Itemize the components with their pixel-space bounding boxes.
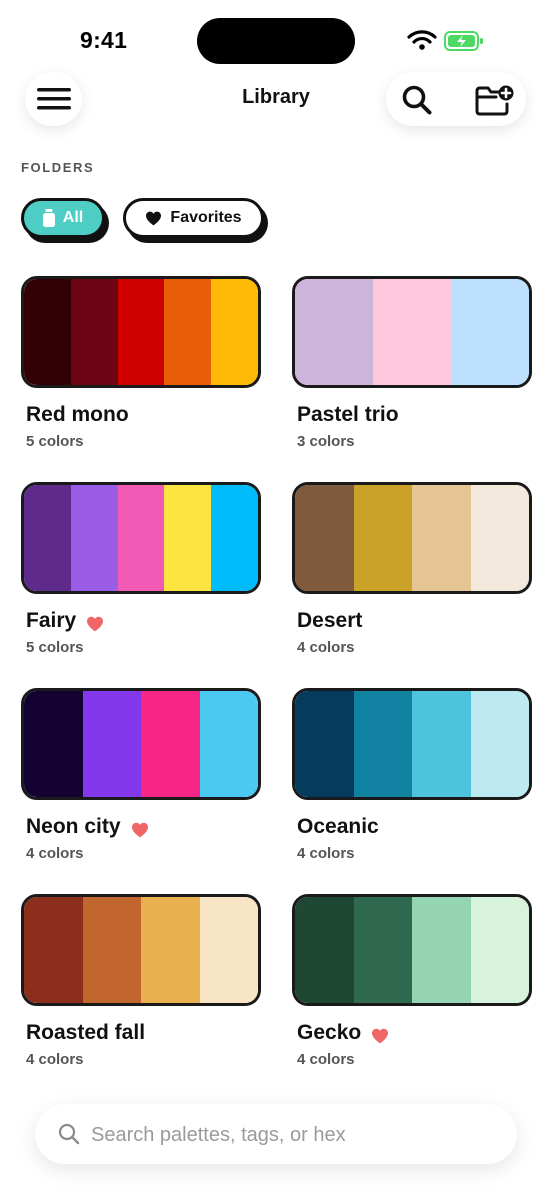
favorite-heart-icon[interactable] bbox=[86, 616, 104, 632]
color-swatch bbox=[470, 897, 529, 1003]
color-swatch bbox=[470, 691, 529, 797]
palette-card[interactable]: Neon city 4 colors bbox=[21, 688, 261, 868]
color-swatch bbox=[211, 279, 258, 385]
palette-color-count: 4 colors bbox=[26, 1051, 84, 1068]
palette-color-count: 4 colors bbox=[297, 845, 355, 862]
battery-icon bbox=[444, 31, 483, 51]
palette-card[interactable]: Pastel trio 3 colors bbox=[292, 276, 532, 456]
palette-name: Desert bbox=[297, 609, 363, 632]
palette-swatch[interactable] bbox=[21, 276, 261, 388]
palette-card[interactable]: Fairy 5 colors bbox=[21, 482, 261, 662]
palette-card[interactable]: Desert 4 colors bbox=[292, 482, 532, 662]
color-swatch bbox=[451, 279, 529, 385]
color-swatch bbox=[295, 691, 354, 797]
status-time: 9:41 bbox=[80, 27, 128, 53]
color-swatch bbox=[164, 279, 212, 385]
color-swatch bbox=[199, 897, 258, 1003]
color-swatch bbox=[24, 485, 71, 591]
color-swatch bbox=[353, 897, 412, 1003]
color-swatch bbox=[412, 897, 471, 1003]
palette-card[interactable]: Oceanic 4 colors bbox=[292, 688, 532, 868]
color-swatch bbox=[117, 485, 165, 591]
color-swatch bbox=[199, 691, 258, 797]
color-swatch bbox=[295, 897, 354, 1003]
favorite-heart-icon[interactable] bbox=[371, 1028, 389, 1044]
color-swatch bbox=[295, 279, 373, 385]
palette-color-count: 4 colors bbox=[26, 845, 84, 862]
palette-swatch[interactable] bbox=[21, 482, 261, 594]
palette-name: Pastel trio bbox=[297, 403, 399, 426]
color-swatch bbox=[164, 485, 212, 591]
palette-color-count: 5 colors bbox=[26, 433, 84, 450]
color-swatch bbox=[24, 691, 83, 797]
palette-swatch[interactable] bbox=[21, 688, 261, 800]
color-swatch bbox=[24, 897, 83, 1003]
palette-name: Roasted fall bbox=[26, 1021, 146, 1044]
folders-label: FOLDERS bbox=[21, 160, 95, 175]
filter-chip-favorites[interactable]: Favorites bbox=[123, 198, 264, 238]
dynamic-island bbox=[197, 18, 355, 64]
filter-chip-all[interactable]: All bbox=[21, 198, 105, 238]
color-swatch bbox=[82, 897, 141, 1003]
palette-color-count: 4 colors bbox=[297, 1051, 355, 1068]
palette-swatch[interactable] bbox=[21, 894, 261, 1006]
palette-card[interactable]: Roasted fall 4 colors bbox=[21, 894, 261, 1074]
search-input[interactable] bbox=[89, 1116, 493, 1154]
palette-name: Neon city bbox=[26, 815, 121, 838]
palette-color-count: 3 colors bbox=[297, 433, 355, 450]
palette-color-count: 4 colors bbox=[297, 639, 355, 656]
palette-name: Fairy bbox=[26, 609, 77, 632]
palette-swatch[interactable] bbox=[292, 688, 532, 800]
search-icon bbox=[58, 1123, 80, 1145]
wifi-icon bbox=[407, 30, 437, 50]
status-bar: 9:41 bbox=[0, 0, 552, 80]
bottom-search-bar[interactable] bbox=[35, 1104, 517, 1164]
color-swatch bbox=[24, 279, 71, 385]
palette-name: Gecko bbox=[297, 1021, 362, 1044]
hamburger-icon bbox=[36, 88, 71, 110]
filter-chip-label: All bbox=[62, 209, 84, 226]
color-swatch bbox=[353, 485, 412, 591]
jar-icon bbox=[42, 209, 55, 227]
color-swatch bbox=[412, 691, 471, 797]
color-swatch bbox=[141, 897, 200, 1003]
color-swatch bbox=[70, 279, 118, 385]
heart-icon bbox=[146, 211, 162, 225]
color-swatch bbox=[412, 485, 471, 591]
menu-button[interactable] bbox=[25, 72, 82, 126]
color-swatch bbox=[211, 485, 258, 591]
search-icon[interactable] bbox=[402, 85, 432, 115]
color-swatch bbox=[82, 691, 141, 797]
color-swatch bbox=[117, 279, 165, 385]
page-title: Library bbox=[242, 86, 310, 108]
color-swatch bbox=[295, 485, 354, 591]
palette-color-count: 5 colors bbox=[26, 639, 84, 656]
palette-name: Red mono bbox=[26, 403, 129, 426]
color-swatch bbox=[70, 485, 118, 591]
palette-card[interactable]: Gecko 4 colors bbox=[292, 894, 532, 1074]
color-swatch bbox=[353, 691, 412, 797]
header-actions bbox=[386, 72, 526, 126]
color-swatch bbox=[470, 485, 529, 591]
color-swatch bbox=[141, 691, 200, 797]
palette-name: Oceanic bbox=[297, 815, 379, 838]
favorite-heart-icon[interactable] bbox=[131, 822, 149, 838]
color-swatch bbox=[373, 279, 451, 385]
palette-swatch[interactable] bbox=[292, 482, 532, 594]
filter-chip-label: Favorites bbox=[170, 209, 242, 226]
folder-plus-icon[interactable] bbox=[474, 84, 514, 116]
palette-swatch[interactable] bbox=[292, 894, 532, 1006]
palette-card[interactable]: Red mono 5 colors bbox=[21, 276, 261, 456]
palette-swatch[interactable] bbox=[292, 276, 532, 388]
